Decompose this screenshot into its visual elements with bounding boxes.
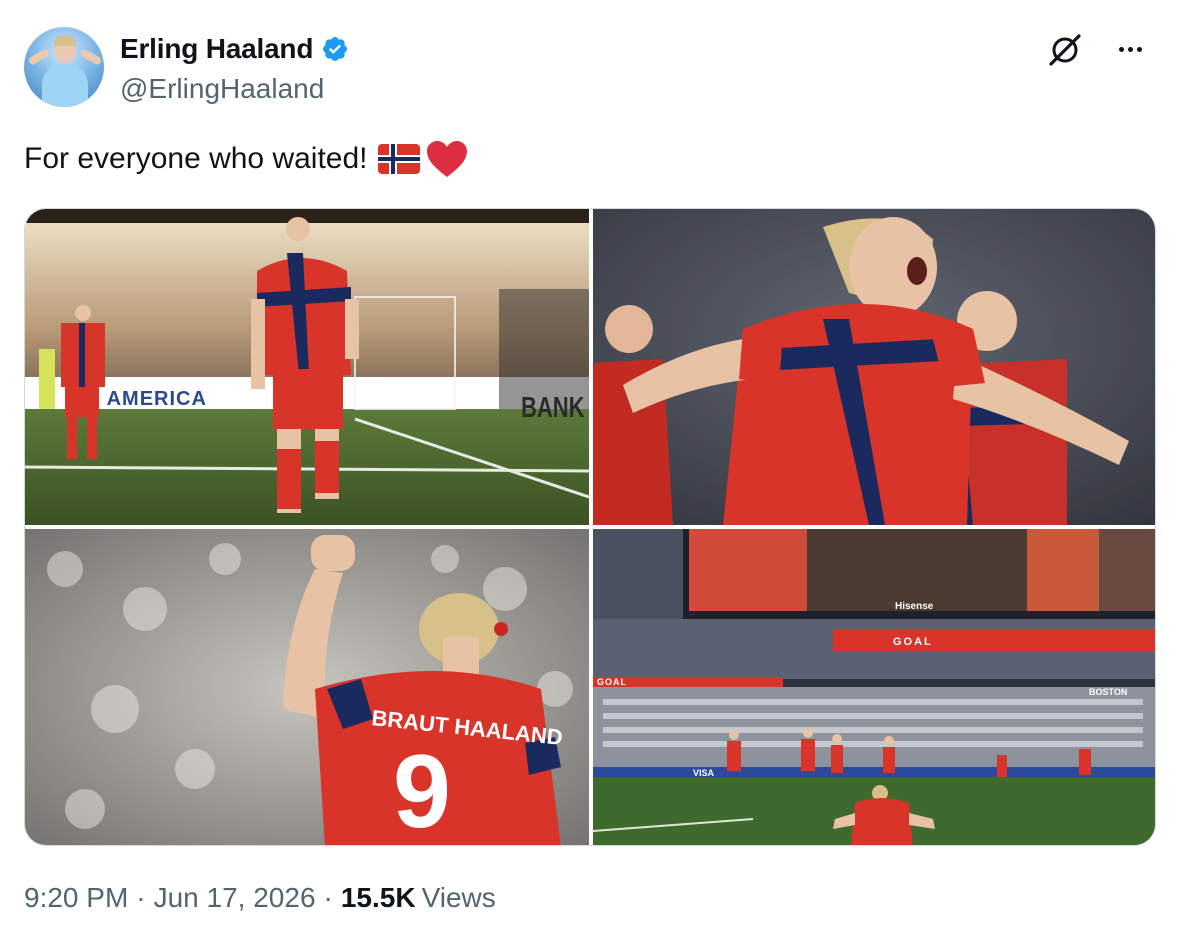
ribbon-goal-left: GOAL (597, 677, 627, 687)
red-heart-emoji (426, 141, 467, 177)
photo-1-image: OF AMERICA BANK OF (25, 209, 589, 525)
avatar-hair (54, 36, 76, 46)
media-photo-3[interactable]: BRAUT HAALAND 9 (25, 529, 589, 846)
media-photo-1[interactable]: OF AMERICA BANK OF (25, 209, 589, 525)
screen-sponsor: Hisense (895, 601, 934, 612)
norway-flag-emoji (377, 144, 420, 174)
more-dot (1127, 46, 1133, 52)
more-options-icon[interactable] (1112, 31, 1148, 67)
avatar-arm-left (27, 48, 51, 66)
grok-icon[interactable] (1046, 31, 1084, 69)
meta-separator: · (323, 882, 333, 913)
author-handle[interactable]: @ErlingHaaland (120, 73, 324, 105)
media-photo-2[interactable] (593, 209, 1155, 525)
photo-3-image: BRAUT HAALAND 9 (25, 529, 589, 846)
avatar-body (42, 63, 88, 107)
shirt-number: 9 (393, 734, 451, 846)
author-avatar[interactable] (24, 27, 104, 107)
ribbon-goal-right: GOAL (893, 636, 933, 648)
more-dot (1118, 46, 1124, 52)
tweet-text: For everyone who waited! (24, 140, 468, 178)
tweet-time[interactable]: 9:20 PM (24, 882, 128, 913)
city-sign: BOSTON (1089, 687, 1127, 697)
board-sponsor: VISA (693, 768, 715, 778)
avatar-arm-right (79, 48, 103, 66)
media-photo-4[interactable]: Hisense GOAL GOAL BOSTON VISA (593, 529, 1155, 845)
verified-badge-icon (323, 37, 348, 61)
photo-2-image (593, 209, 1155, 525)
meta-separator: · (136, 882, 146, 913)
tweet-metadata: 9:20 PM · Jun 17, 2026 · 15.5K Views (24, 882, 496, 914)
tweet-media-grid: OF AMERICA BANK OF (24, 208, 1156, 846)
views-label: Views (421, 882, 496, 913)
tweet-header: Erling Haaland @ErlingHaaland (24, 27, 1164, 111)
views-count: 15.5K (340, 882, 416, 913)
photo-4-image: Hisense GOAL GOAL BOSTON VISA (593, 529, 1155, 845)
author-display-name[interactable]: Erling Haaland (120, 33, 313, 65)
tweet-text-content: For everyone who waited! (24, 142, 368, 175)
author-name-row[interactable]: Erling Haaland (120, 33, 349, 65)
ad-board-right: BANK OF (521, 392, 589, 423)
tweet-date[interactable]: Jun 17, 2026 (154, 882, 316, 913)
more-dot (1136, 46, 1142, 52)
